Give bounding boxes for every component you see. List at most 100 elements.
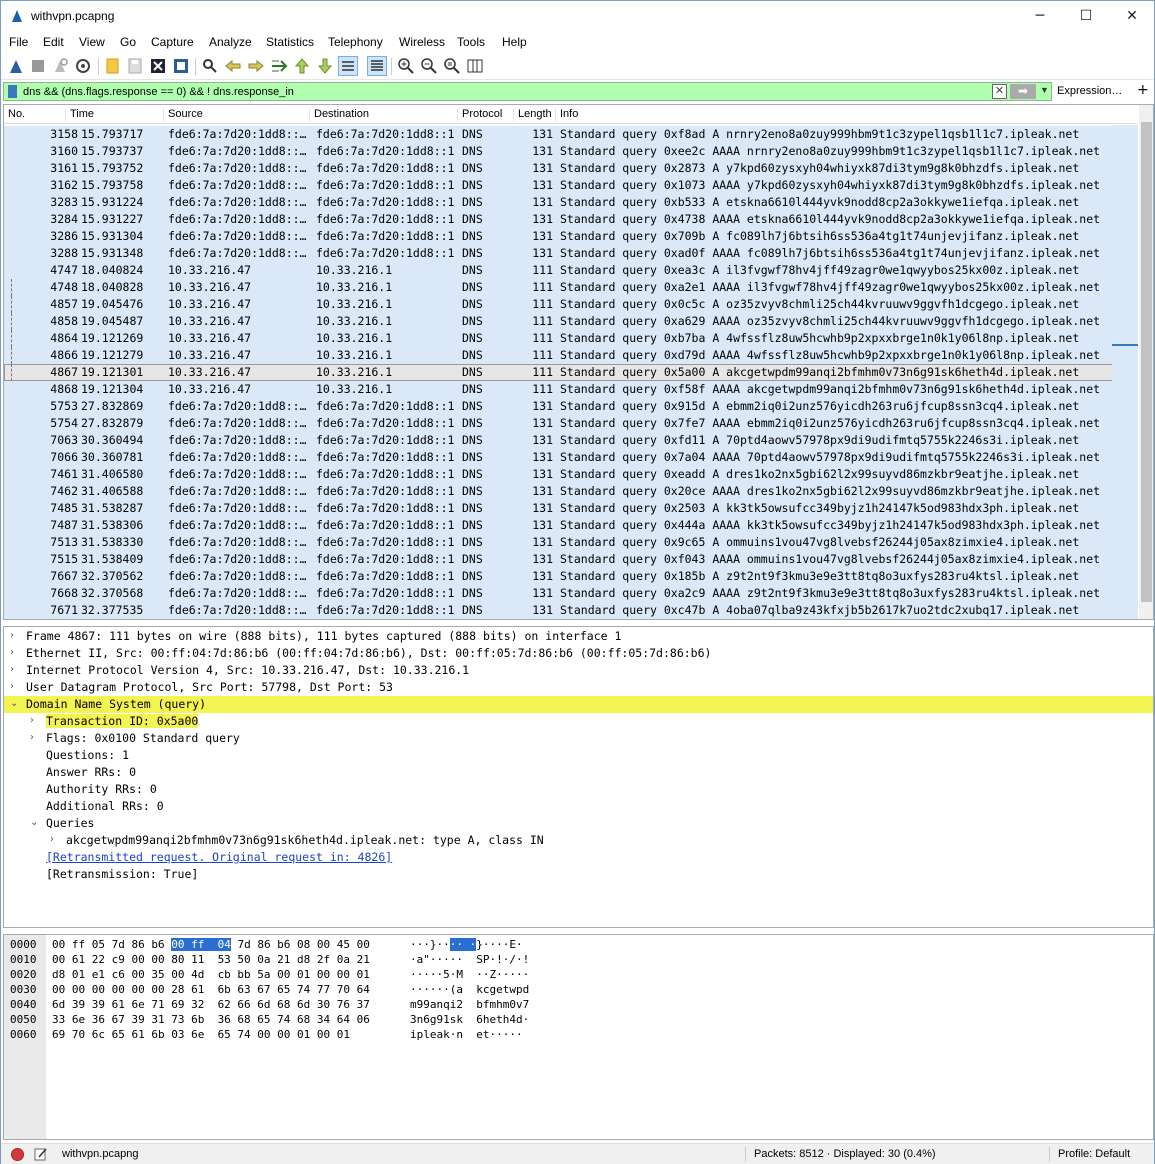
status-profile[interactable]: Profile: Default	[1058, 1148, 1130, 1160]
packet-row[interactable]: 3158 15.793717 fde6:7a:7d20:1dd8::… fde6:7a…	[4, 126, 1137, 143]
packet-row[interactable]: 7462 31.406588 fde6:7a:7d20:1dd8::… fde6:7a…	[4, 483, 1137, 500]
filter-history-dropdown-icon[interactable]: ▼	[1040, 85, 1049, 95]
detail-additional-rrs[interactable]: Additional RRs: 0	[4, 798, 1153, 815]
last-packet-icon[interactable]	[316, 57, 334, 75]
detail-ipv4[interactable]: › Internet Protocol Version 4, Src: 10.33…	[4, 662, 1153, 679]
column-header-destination[interactable]: Destination	[310, 108, 458, 122]
save-file-icon[interactable]	[126, 57, 144, 75]
display-filter-field[interactable]: ✕ ➡ ▼	[3, 82, 1052, 101]
reload-file-icon[interactable]	[172, 57, 190, 75]
zoom-out-icon[interactable]	[420, 57, 438, 75]
menu-analyze[interactable]: Analyze	[209, 35, 252, 49]
expand-arrow-icon[interactable]: ›	[10, 647, 14, 658]
capture-comment-icon[interactable]	[34, 1147, 48, 1161]
detail-questions[interactable]: Questions: 1	[4, 747, 1153, 764]
zoom-in-icon[interactable]	[397, 57, 415, 75]
go-back-icon[interactable]	[224, 57, 242, 75]
collapse-arrow-icon[interactable]: ⌄	[30, 817, 38, 828]
column-header-info[interactable]: Info	[556, 108, 1111, 122]
detail-query-entry[interactable]: › akcgetwpdm99anqi2bfmhm0v73n6g91sk6heth4…	[4, 832, 1153, 849]
packet-row[interactable]: 3284 15.931227 fde6:7a:7d20:1dd8::… fde6:7a…	[4, 211, 1137, 228]
packet-minimap[interactable]	[1112, 125, 1138, 619]
close-file-icon[interactable]	[149, 57, 167, 75]
add-filter-button[interactable]: +	[1137, 82, 1149, 98]
menu-go[interactable]: Go	[120, 35, 136, 49]
packet-row[interactable]: 7485 31.538287 fde6:7a:7d20:1dd8::… fde6:7a…	[4, 500, 1137, 517]
detail-text[interactable]: [Retransmitted request. Original request…	[46, 850, 392, 864]
start-capture-icon[interactable]	[7, 57, 25, 75]
detail-retransmission[interactable]: [Retransmission: True]	[4, 866, 1153, 883]
clear-filter-icon[interactable]: ✕	[992, 84, 1007, 99]
packet-row[interactable]: 4747 18.040824 10.33.216.47 10.33.216.1 DNS 1…	[4, 262, 1137, 279]
packet-row[interactable]: 5753 27.832869 fde6:7a:7d20:1dd8::… fde6:7a…	[4, 398, 1137, 415]
menu-help[interactable]: Help	[502, 35, 527, 49]
packet-row[interactable]: 7668 32.370568 fde6:7a:7d20:1dd8::… fde6:7a…	[4, 585, 1137, 602]
detail-udp[interactable]: › User Datagram Protocol, Src Port: 57798…	[4, 679, 1153, 696]
detail-retransmitted-link[interactable]: [Retransmitted request. Original request…	[4, 849, 1153, 866]
resize-columns-icon[interactable]	[466, 57, 484, 75]
close-button[interactable]: ✕	[1109, 1, 1155, 31]
expand-arrow-icon[interactable]: ›	[50, 834, 54, 845]
find-packet-icon[interactable]	[201, 57, 219, 75]
expand-arrow-icon[interactable]: ›	[10, 664, 14, 675]
minimize-button[interactable]: ─	[1017, 1, 1063, 31]
expand-arrow-icon[interactable]: ›	[10, 630, 14, 641]
menu-tools[interactable]: Tools	[457, 35, 485, 49]
restart-capture-icon[interactable]	[51, 57, 69, 75]
packet-row[interactable]: 4864 19.121269 10.33.216.47 10.33.216.1 DNS 1…	[4, 330, 1137, 347]
packet-row[interactable]: 7515 31.538409 fde6:7a:7d20:1dd8::… fde6:7a…	[4, 551, 1137, 568]
expand-arrow-icon[interactable]: ›	[10, 681, 14, 692]
packet-row[interactable]: 3286 15.931304 fde6:7a:7d20:1dd8::… fde6:7a…	[4, 228, 1137, 245]
colorize-icon[interactable]	[367, 56, 387, 76]
open-file-icon[interactable]	[104, 57, 122, 75]
packet-row[interactable]: 4858 19.045487 10.33.216.47 10.33.216.1 DNS 1…	[4, 313, 1137, 330]
bookmark-icon[interactable]	[8, 85, 17, 98]
menu-telephony[interactable]: Telephony	[328, 35, 383, 49]
packet-row[interactable]: 3283 15.931224 fde6:7a:7d20:1dd8::… fde6:7a…	[4, 194, 1137, 211]
menu-wireless[interactable]: Wireless	[399, 35, 445, 49]
packet-row[interactable]: 3160 15.793737 fde6:7a:7d20:1dd8::… fde6:7a…	[4, 143, 1137, 160]
packet-row[interactable]: 7066 30.360781 fde6:7a:7d20:1dd8::… fde6:7a…	[4, 449, 1137, 466]
packet-row[interactable]: 7671 32.377535 fde6:7a:7d20:1dd8::… fde6:7a…	[4, 602, 1137, 619]
column-header-protocol[interactable]: Protocol	[458, 108, 514, 122]
packet-row[interactable]: 3161 15.793752 fde6:7a:7d20:1dd8::… fde6:7a…	[4, 160, 1137, 177]
menu-file[interactable]: File	[9, 35, 28, 49]
display-filter-input[interactable]	[23, 84, 983, 99]
packet-list-scroll-thumb[interactable]	[1141, 122, 1152, 602]
menu-edit[interactable]: Edit	[43, 35, 64, 49]
detail-transaction-id[interactable]: › Transaction ID: 0x5a00	[4, 713, 1153, 730]
column-header-source[interactable]: Source	[164, 108, 310, 122]
go-to-packet-icon[interactable]	[270, 57, 288, 75]
packet-row[interactable]: 7063 30.360494 fde6:7a:7d20:1dd8::… fde6:7a…	[4, 432, 1137, 449]
expression-button[interactable]: Expression…	[1057, 85, 1122, 97]
expert-info-icon[interactable]	[11, 1148, 24, 1161]
column-header-no[interactable]: No.	[4, 108, 66, 122]
packet-row[interactable]: 7461 31.406580 fde6:7a:7d20:1dd8::… fde6:7a…	[4, 466, 1137, 483]
packet-row[interactable]: 4868 19.121304 10.33.216.47 10.33.216.1 DNS 1…	[4, 381, 1137, 398]
normal-size-icon[interactable]	[443, 57, 461, 75]
packet-row[interactable]: 4748 18.040828 10.33.216.47 10.33.216.1 DNS 1…	[4, 279, 1137, 296]
detail-queries[interactable]: ⌄ Queries	[4, 815, 1153, 832]
packet-row[interactable]: 3288 15.931348 fde6:7a:7d20:1dd8::… fde6:7a…	[4, 245, 1137, 262]
detail-dns[interactable]: ⌄ Domain Name System (query)	[4, 696, 1153, 713]
packet-row[interactable]: 4867 19.121301 10.33.216.47 10.33.216.1 DNS 1…	[4, 364, 1137, 381]
packet-row[interactable]: 5754 27.832879 fde6:7a:7d20:1dd8::… fde6:7a…	[4, 415, 1137, 432]
stop-capture-icon[interactable]	[29, 57, 47, 75]
detail-answer-rrs[interactable]: Answer RRs: 0	[4, 764, 1153, 781]
capture-options-icon[interactable]	[74, 57, 92, 75]
detail-frame[interactable]: › Frame 4867: 111 bytes on wire (888 bits…	[4, 628, 1153, 645]
apply-filter-icon[interactable]: ➡	[1010, 84, 1036, 99]
packet-row[interactable]: 7667 32.370562 fde6:7a:7d20:1dd8::… fde6:7a…	[4, 568, 1137, 585]
auto-scroll-icon[interactable]	[338, 56, 358, 76]
menu-view[interactable]: View	[79, 35, 105, 49]
first-packet-icon[interactable]	[293, 57, 311, 75]
packet-row[interactable]: 7513 31.538330 fde6:7a:7d20:1dd8::… fde6:7a…	[4, 534, 1137, 551]
packet-row[interactable]: 7487 31.538306 fde6:7a:7d20:1dd8::… fde6:7a…	[4, 517, 1137, 534]
column-header-length[interactable]: Length	[514, 108, 556, 122]
go-forward-icon[interactable]	[247, 57, 265, 75]
menu-capture[interactable]: Capture	[151, 35, 194, 49]
detail-authority-rrs[interactable]: Authority RRs: 0	[4, 781, 1153, 798]
expand-arrow-icon[interactable]: ›	[30, 732, 34, 743]
packet-row[interactable]: 4866 19.121279 10.33.216.47 10.33.216.1 DNS 1…	[4, 347, 1137, 364]
detail-ethernet[interactable]: › Ethernet II, Src: 00:ff:04:7d:86:b6 (00…	[4, 645, 1153, 662]
